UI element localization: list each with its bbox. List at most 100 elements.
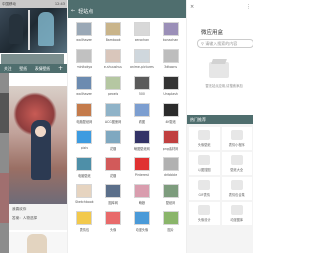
- site-item[interactable]: dribbble: [156, 155, 185, 180]
- site-item[interactable]: 壁纸网: [156, 182, 185, 207]
- site-item[interactable]: anime-pictures: [128, 47, 157, 72]
- site-item[interactable]: pexels: [99, 74, 128, 99]
- search-input[interactable]: ⚲ 请输入搜索的内容: [197, 39, 253, 48]
- tab-wallpaper[interactable]: 壁纸: [19, 66, 27, 72]
- site-item[interactable]: 动漫头像: [128, 209, 157, 234]
- site-icon: [105, 184, 122, 198]
- site-label: 动漫头像: [135, 228, 149, 232]
- site-label: Bambook: [105, 38, 121, 42]
- site-label: konachan: [162, 38, 179, 42]
- add-icon[interactable]: +: [58, 65, 63, 72]
- site-icon: [133, 22, 150, 36]
- site-item[interactable]: Sketchbook: [70, 182, 99, 207]
- hero-figure-right: [38, 12, 54, 46]
- site-item[interactable]: 图库网: [99, 182, 128, 207]
- site-item[interactable]: zerochan: [128, 20, 157, 45]
- recommend-item[interactable]: 动漫图库: [221, 202, 252, 225]
- site-label: 表情包: [79, 228, 90, 232]
- site-label: minitokyo: [76, 65, 93, 69]
- site-item[interactable]: 图片: [156, 209, 185, 234]
- info-line-1: 我喜欢你: [12, 207, 27, 211]
- site-label: 电脑壁纸: [78, 174, 91, 178]
- recommend-label: 表情小程序: [228, 143, 245, 147]
- site-item[interactable]: 萌图壁纸网: [128, 128, 157, 153]
- site-icon: [162, 22, 179, 36]
- app-icon: [230, 155, 243, 165]
- status-carrier: 中国移动: [2, 1, 16, 6]
- mid-title: 轻站点: [78, 8, 94, 15]
- site-item[interactable]: 表情包: [70, 209, 99, 234]
- site-icon: [162, 157, 179, 171]
- site-icon: [76, 211, 93, 225]
- site-item[interactable]: 500: [128, 74, 157, 99]
- site-icon: [76, 76, 93, 90]
- site-item[interactable]: wallhaven: [70, 20, 99, 45]
- site-label: 头像: [109, 228, 117, 232]
- status-bar: 中国移动 12:43: [0, 0, 67, 8]
- site-item[interactable]: Pinterest: [128, 155, 157, 180]
- tab-emoji-wallpaper[interactable]: 表情壁纸: [35, 66, 50, 72]
- site-item[interactable]: 4K壁纸: [156, 101, 185, 126]
- site-label: anime-pictures: [129, 65, 154, 69]
- site-item[interactable]: wallhaven: [70, 74, 99, 99]
- site-icon: [162, 130, 179, 144]
- site-item[interactable]: ACG图册网: [99, 101, 128, 126]
- recommend-label: 头像壁纸: [197, 143, 211, 147]
- site-item[interactable]: e-shuushuu: [99, 47, 128, 72]
- bottom-preview[interactable]: [9, 232, 67, 253]
- recommend-item[interactable]: 表情包合集: [221, 177, 252, 200]
- recommend-label: GIF表情: [198, 193, 211, 197]
- more-icon[interactable]: ⋮: [246, 4, 251, 10]
- close-icon[interactable]: ×: [190, 4, 194, 10]
- site-item[interactable]: konachan: [156, 20, 185, 45]
- feature-artwork[interactable]: [9, 86, 67, 204]
- recommend-item[interactable]: 头像壁纸: [189, 127, 220, 150]
- site-item[interactable]: Unsplash: [156, 74, 185, 99]
- strip-thumb-2[interactable]: [0, 173, 9, 223]
- site-item[interactable]: 萌娘: [128, 182, 157, 207]
- hero-image[interactable]: [0, 8, 67, 53]
- site-label: 500: [138, 92, 145, 96]
- site-item[interactable]: 看图: [128, 101, 157, 126]
- tab-follow[interactable]: 关注: [4, 66, 12, 72]
- recommend-sheet: 热门推荐 头像壁纸 表情小程序 以图搜图 壁纸大全 GIF表情 表情包合集 头像设计 动漫图库: [187, 115, 253, 253]
- site-label: 4K壁纸: [165, 120, 176, 124]
- site-icon: [76, 184, 93, 198]
- mid-appbar: ← 轻站点: [68, 4, 186, 18]
- recommend-item[interactable]: GIF表情: [189, 177, 220, 200]
- site-icon: [133, 157, 150, 171]
- site-item[interactable]: pixiv: [70, 128, 99, 153]
- site-label: zerochan: [134, 38, 150, 42]
- recommend-item[interactable]: 头像设计: [189, 202, 220, 225]
- right-title: 微应用盒: [201, 30, 224, 36]
- site-label: 图片: [167, 228, 174, 232]
- app-icon: [198, 180, 211, 190]
- site-item[interactable]: 头像: [99, 209, 128, 234]
- recommend-item[interactable]: 表情小程序: [221, 127, 252, 150]
- site-item[interactable]: 花瓣: [99, 155, 128, 180]
- site-label: e-shuushuu: [103, 65, 123, 69]
- site-item[interactable]: 电脑壁纸网: [70, 101, 99, 126]
- site-icon: [76, 49, 93, 63]
- site-item[interactable]: 花瓣: [99, 128, 128, 153]
- artwork-face: [35, 126, 46, 137]
- site-label: wallhaven: [76, 92, 93, 96]
- site-icon: [133, 76, 150, 90]
- app-icon: [198, 155, 211, 165]
- site-icon: [76, 157, 93, 171]
- site-label: dribbble: [164, 173, 178, 177]
- site-item[interactable]: minitokyo: [70, 47, 99, 72]
- site-item[interactable]: 3dtoons: [156, 47, 185, 72]
- site-item[interactable]: png素材网: [156, 128, 185, 153]
- recommend-item[interactable]: 壁纸大全: [221, 152, 252, 175]
- back-arrow-icon[interactable]: ←: [71, 8, 75, 14]
- site-item[interactable]: 电脑壁纸: [70, 155, 99, 180]
- site-label: pexels: [108, 92, 119, 96]
- site-item[interactable]: Bambook: [99, 20, 128, 45]
- strip-thumb-1[interactable]: [0, 93, 9, 133]
- search-placeholder: 请输入搜索的内容: [205, 40, 238, 46]
- recommend-item[interactable]: 以图搜图: [189, 152, 220, 175]
- recommend-label: 头像设计: [197, 218, 211, 222]
- site-label: 壁纸网: [165, 201, 176, 205]
- artwork-info: 我喜欢你 答案：人物选择: [9, 204, 67, 230]
